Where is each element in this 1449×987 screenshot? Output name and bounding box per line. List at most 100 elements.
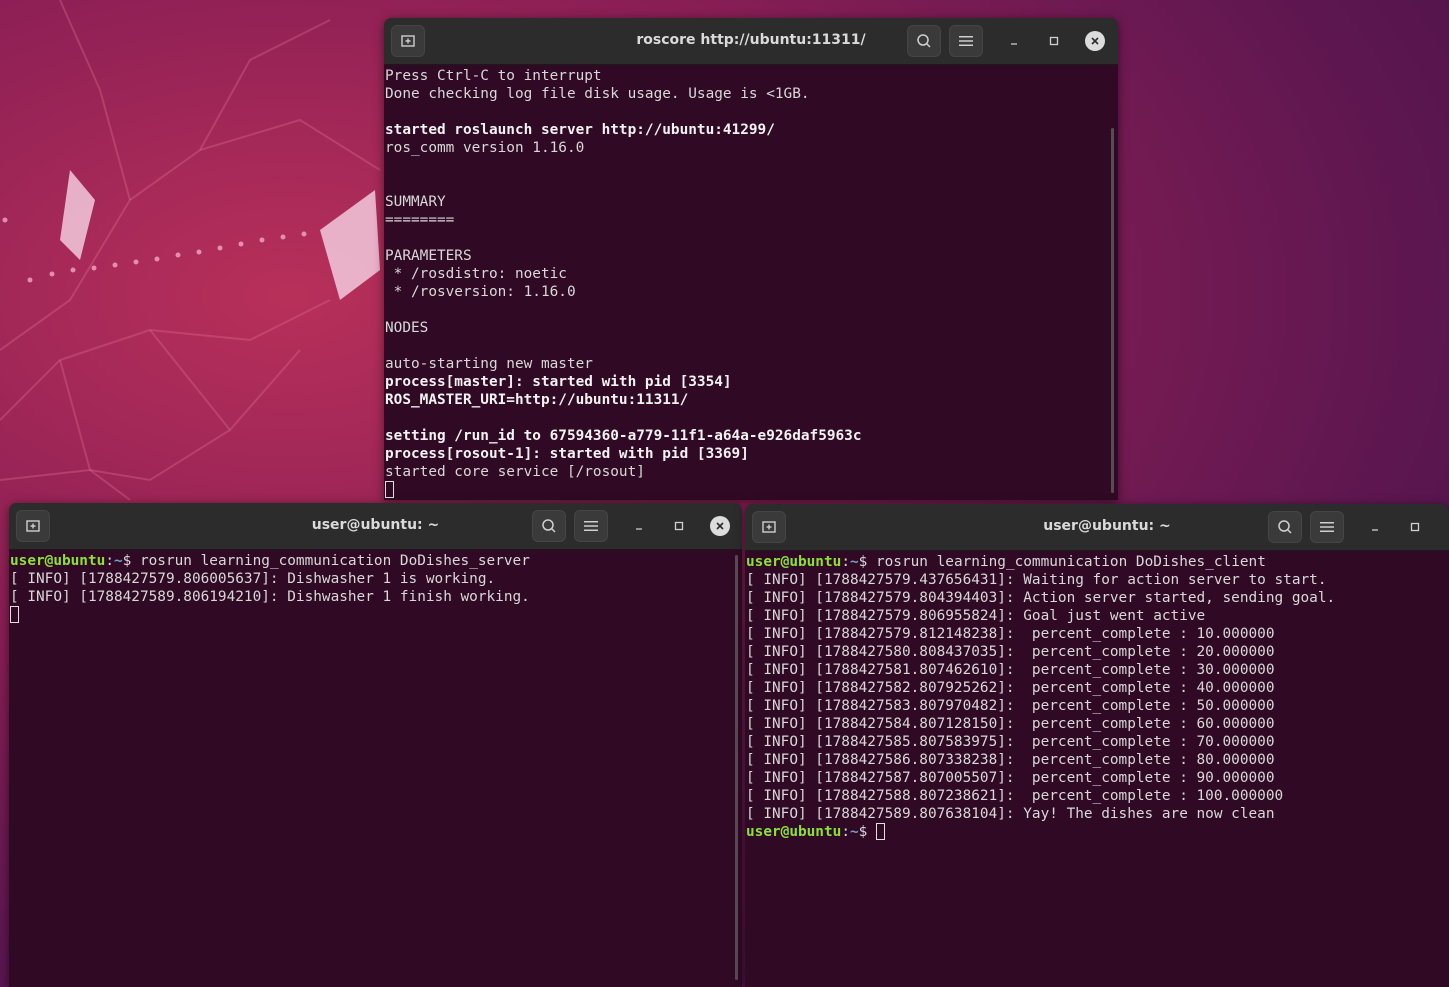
terminal-output[interactable]: user@ubuntu:~$ rosrun learning_communica… [745, 551, 1449, 987]
terminal-output[interactable]: user@ubuntu:~$ rosrun learning_communica… [9, 550, 742, 987]
menu-button[interactable] [1310, 511, 1344, 543]
log-line: [ INFO] [1788427589.806194210]: Dishwash… [10, 589, 530, 605]
log-line: [ INFO] [1788427589.807638104]: Yay! The… [746, 806, 1275, 822]
prompt-user: user@ubuntu [10, 553, 106, 569]
log-line: [ INFO] [1788427584.807128150]: percent_… [746, 716, 1275, 732]
scrollbar[interactable] [1111, 128, 1114, 493]
minimize-icon [1011, 43, 1017, 45]
command-text: rosrun learning_communication DoDishes_c… [875, 554, 1266, 570]
prompt-separator: : [841, 824, 850, 840]
scrollbar[interactable] [735, 555, 738, 980]
minimize-icon [1372, 529, 1378, 531]
titlebar[interactable]: user@ubuntu: ~ [9, 503, 742, 550]
prompt-path: ~ [849, 554, 859, 570]
terminal-cursor [385, 481, 394, 498]
log-line: [ INFO] [1788427583.807970482]: percent_… [746, 698, 1275, 714]
new-tab-icon [26, 520, 40, 532]
new-tab-icon [762, 521, 776, 533]
new-tab-button[interactable] [752, 511, 786, 543]
new-tab-button[interactable] [16, 510, 50, 542]
close-icon [1091, 37, 1099, 45]
output-line: process[master]: started with pid [3354] [385, 374, 732, 390]
close-icon [716, 522, 724, 530]
log-line: [ INFO] [1788427581.807462610]: percent_… [746, 662, 1275, 678]
prompt-path: ~ [113, 553, 123, 569]
search-icon [542, 519, 556, 533]
command-text: rosrun learning_communication DoDishes_s… [139, 553, 530, 569]
minimize-icon [636, 528, 642, 530]
terminal-window-roscore[interactable]: roscore http://ubuntu:11311/ Press Ctrl-… [384, 18, 1118, 500]
log-line: [ INFO] [1788427579.437656431]: Waiting … [746, 572, 1327, 588]
output-line: * /rosdistro: noetic [385, 266, 567, 282]
log-line: [ INFO] [1788427588.807238621]: percent_… [746, 788, 1284, 804]
terminal-cursor [875, 823, 885, 840]
output-line: setting /run_id to 67594360-a779-11f1-a6… [385, 428, 862, 444]
prompt-line: user@ubuntu:~$ [746, 823, 1449, 841]
search-icon [1278, 520, 1292, 534]
prompt-separator: : [105, 553, 114, 569]
prompt-user: user@ubuntu [746, 824, 842, 840]
menu-button[interactable] [949, 25, 983, 57]
search-button[interactable] [532, 510, 566, 542]
search-button[interactable] [1268, 511, 1302, 543]
titlebar[interactable]: roscore http://ubuntu:11311/ [384, 18, 1118, 65]
hamburger-menu-icon [584, 521, 598, 531]
output-line: ros_comm version 1.16.0 [385, 140, 585, 156]
output-line: ======== [385, 212, 455, 228]
log-line: [ INFO] [1788427582.807925262]: percent_… [746, 680, 1275, 696]
minimize-button[interactable] [1004, 31, 1024, 51]
minimize-button[interactable] [629, 516, 649, 536]
output-line: Done checking log file disk usage. Usage… [385, 86, 810, 102]
log-line: [ INFO] [1788427579.804394403]: Action s… [746, 590, 1336, 606]
log-line: [ INFO] [1788427580.808437035]: percent_… [746, 644, 1275, 660]
output-line: SUMMARY [385, 194, 446, 210]
terminal-output[interactable]: Press Ctrl-C to interrupt Done checking l… [384, 65, 1118, 500]
new-tab-icon [401, 35, 415, 47]
output-line: Press Ctrl-C to interrupt [385, 68, 602, 84]
terminal-window-server[interactable]: user@ubuntu: ~ user@ubuntu:~$ rosrun lea… [9, 503, 742, 987]
terminal-cursor [10, 606, 19, 623]
new-tab-button[interactable] [391, 25, 425, 57]
log-line: [ INFO] [1788427579.812148238]: percent_… [746, 626, 1275, 642]
output-line: ROS_MASTER_URI=http://ubuntu:11311/ [385, 392, 689, 408]
output-line: started roslaunch server http://ubuntu:4… [385, 122, 775, 138]
search-icon [917, 34, 931, 48]
minimize-button[interactable] [1365, 517, 1385, 537]
close-button[interactable] [1085, 31, 1105, 51]
maximize-icon [1410, 522, 1420, 532]
prompt-dollar: $ [858, 824, 876, 840]
cursor-line [10, 606, 742, 624]
log-line: [ INFO] [1788427587.807005507]: percent_… [746, 770, 1275, 786]
prompt-user: user@ubuntu [746, 554, 842, 570]
titlebar[interactable]: user@ubuntu: ~ [745, 504, 1449, 551]
output-line: started core service [/rosout] [385, 464, 645, 480]
prompt-dollar: $ [122, 553, 140, 569]
output-line: * /rosversion: 1.16.0 [385, 284, 576, 300]
hamburger-menu-icon [1320, 522, 1334, 532]
output-line: process[rosout-1]: started with pid [336… [385, 446, 749, 462]
maximize-button[interactable] [1044, 31, 1064, 51]
maximize-icon [1049, 36, 1059, 46]
output-line: auto-starting new master [385, 356, 593, 372]
terminal-window-client[interactable]: user@ubuntu: ~ user@ubuntu:~$ rosrun lea… [745, 504, 1449, 987]
maximize-button[interactable] [669, 516, 689, 536]
maximize-button[interactable] [1405, 517, 1425, 537]
close-button[interactable] [710, 516, 730, 536]
log-line: [ INFO] [1788427579.806005637]: Dishwash… [10, 571, 496, 587]
command-line: user@ubuntu:~$ rosrun learning_communica… [10, 552, 742, 570]
prompt-separator: : [841, 554, 850, 570]
hamburger-menu-icon [959, 36, 973, 46]
log-line: [ INFO] [1788427586.807338238]: percent_… [746, 752, 1275, 768]
log-line: [ INFO] [1788427585.807583975]: percent_… [746, 734, 1275, 750]
search-button[interactable] [907, 25, 941, 57]
log-line: [ INFO] [1788427579.806955824]: Goal jus… [746, 608, 1206, 624]
output-line: NODES [385, 320, 429, 336]
menu-button[interactable] [574, 510, 608, 542]
